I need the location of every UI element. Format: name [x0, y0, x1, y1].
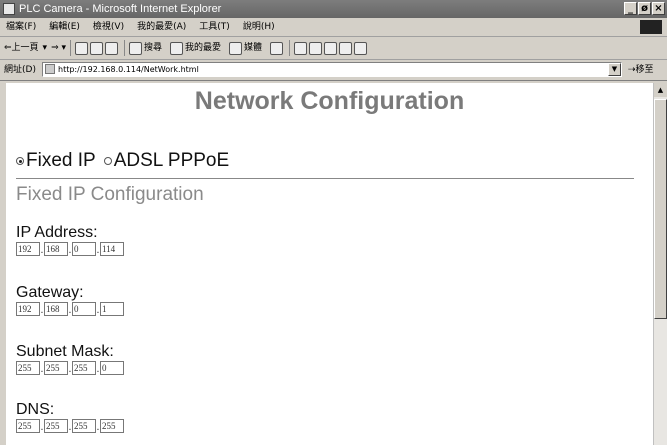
address-url: http://192.168.0.114/NetWork.html [58, 65, 199, 74]
address-dropdown-button[interactable]: ▼ [608, 63, 621, 76]
gateway-octet-4[interactable]: 1 [100, 302, 124, 316]
gateway-octet-1[interactable]: 192 [16, 302, 40, 316]
menu-file[interactable]: 檔案(F) [6, 18, 36, 36]
subnet-mask-octet-1[interactable]: 255 [16, 361, 40, 375]
window-title: PLC Camera - Microsoft Internet Explorer [19, 3, 222, 15]
menu-edit[interactable]: 編輯(E) [49, 18, 80, 36]
dns-octet-2[interactable]: 255 [44, 419, 68, 433]
ip-address-octet-2[interactable]: 168 [44, 242, 68, 256]
dns-octet-3[interactable]: 255 [72, 419, 96, 433]
ip-address-label: IP Address: [16, 224, 98, 241]
messenger-icon[interactable] [354, 41, 368, 55]
media-icon[interactable] [229, 41, 243, 55]
address-label: 網址(D) [4, 65, 36, 75]
menu-bar: 檔案(F) 編輯(E) 檢視(V) 我的最愛(A) 工具(T) 說明(H) [0, 18, 667, 37]
gateway-octet-2[interactable]: 168 [44, 302, 68, 316]
go-button[interactable]: ⇢移至 [628, 60, 654, 80]
scroll-thumb[interactable] [654, 99, 667, 319]
go-label: 移至 [635, 65, 654, 75]
address-bar: 網址(D) http://192.168.0.114/NetWork.html … [0, 60, 667, 81]
search-icon[interactable] [129, 41, 142, 55]
menu-view[interactable]: 檢視(V) [93, 18, 124, 36]
page-title: Network Configuration [194, 87, 465, 115]
windows-logo-icon [640, 20, 662, 34]
discuss-icon[interactable] [339, 41, 353, 55]
dns-octet-1[interactable]: 255 [16, 419, 40, 433]
title-bar: PLC Camera - Microsoft Internet Explorer… [0, 0, 667, 18]
ie-icon [3, 3, 15, 15]
ip-address-octet-1[interactable]: 192 [16, 242, 40, 256]
vertical-scrollbar[interactable]: ▲ [653, 83, 667, 445]
refresh-icon[interactable] [90, 41, 103, 55]
dns-group: DNS: 255. 255. 255. 255 [16, 401, 124, 433]
restore-button[interactable]: ø [638, 2, 651, 15]
page-icon [45, 64, 55, 74]
gateway-label: Gateway: [16, 284, 84, 301]
toolbar: ⇐上一頁 ▾ ⇒ ▾ 搜尋 我的最愛 媒體 [0, 37, 667, 60]
browser-window: PLC Camera - Microsoft Internet Explorer… [0, 0, 667, 445]
close-button[interactable]: × [652, 2, 665, 15]
connection-mode-group: Fixed IP ADSL PPPoE [16, 150, 237, 172]
dns-octet-4[interactable]: 255 [100, 419, 124, 433]
subnet-mask-label: Subnet Mask: [16, 343, 114, 360]
forward-button[interactable]: ⇒ ▾ [51, 37, 66, 59]
back-button[interactable]: ⇐上一頁 [4, 37, 39, 59]
ip-address-octet-4[interactable]: 114 [100, 242, 124, 256]
section-title: Fixed IP Configuration [16, 184, 204, 205]
divider [16, 178, 634, 179]
address-input[interactable]: http://192.168.0.114/NetWork.html [42, 62, 622, 77]
fixed-ip-option[interactable]: Fixed IP [16, 150, 96, 172]
menu-help[interactable]: 說明(H) [243, 18, 275, 36]
scroll-up-icon[interactable]: ▲ [654, 83, 667, 97]
history-icon[interactable] [270, 41, 284, 55]
menu-tools[interactable]: 工具(T) [199, 18, 230, 36]
page-content: Network Configuration Fixed IP ADSL PPPo… [6, 83, 653, 445]
search-button-label[interactable]: 搜尋 [144, 37, 162, 59]
ip-address-octet-3[interactable]: 0 [72, 242, 96, 256]
adsl-pppoe-option[interactable]: ADSL PPPoE [103, 150, 230, 172]
menu-favorites[interactable]: 我的最愛(A) [137, 18, 186, 36]
fixed-ip-radio[interactable] [16, 157, 24, 165]
adsl-pppoe-label: ADSL PPPoE [113, 150, 230, 171]
edit-icon[interactable] [324, 41, 338, 55]
subnet-mask-octet-4[interactable]: 0 [100, 361, 124, 375]
stop-icon[interactable] [75, 41, 88, 55]
favorites-icon[interactable] [170, 41, 184, 55]
subnet-mask-octet-2[interactable]: 255 [44, 361, 68, 375]
subnet-mask-octet-3[interactable]: 255 [72, 361, 96, 375]
home-icon[interactable] [105, 41, 118, 55]
print-icon[interactable] [309, 41, 323, 55]
ip-address-group: IP Address: 192. 168. 0. 114 [16, 224, 124, 256]
favorites-button-label[interactable]: 我的最愛 [185, 37, 221, 59]
adsl-pppoe-radio[interactable] [103, 157, 112, 165]
mail-icon[interactable] [294, 41, 308, 55]
fixed-ip-label: Fixed IP [26, 150, 96, 171]
dns-label: DNS: [16, 401, 55, 418]
subnet-mask-group: Subnet Mask: 255. 255. 255. 0 [16, 343, 124, 375]
gateway-octet-3[interactable]: 0 [72, 302, 96, 316]
media-button-label[interactable]: 媒體 [244, 37, 262, 59]
minimize-button[interactable]: _ [624, 2, 637, 15]
gateway-group: Gateway: 192. 168. 0. 1 [16, 284, 124, 316]
